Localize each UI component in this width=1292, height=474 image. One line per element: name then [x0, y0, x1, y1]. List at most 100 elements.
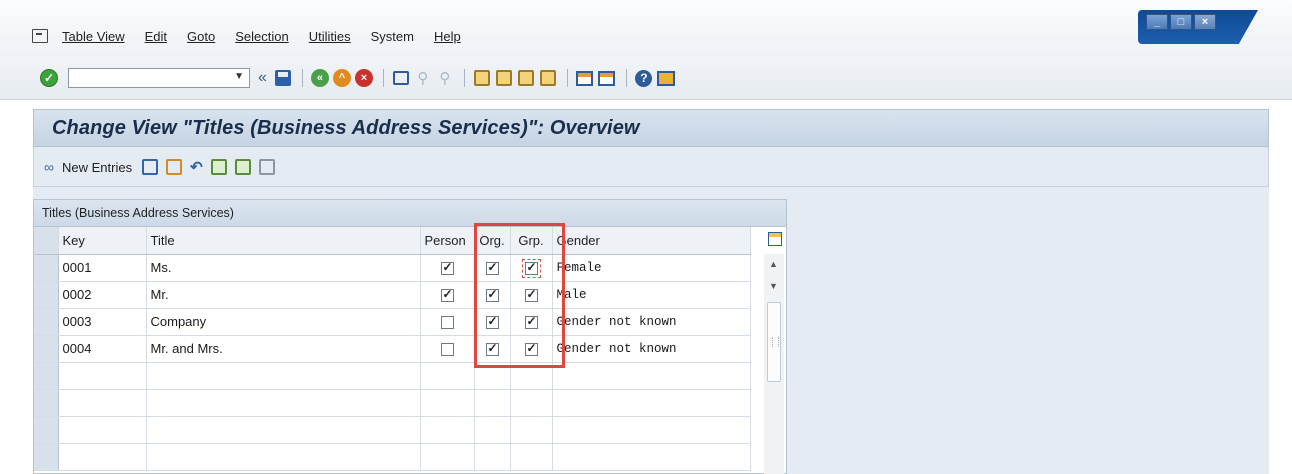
maximize-button[interactable]: □ [1170, 14, 1192, 30]
empty-cell[interactable] [552, 416, 751, 444]
menu-edit[interactable]: Edit [145, 29, 167, 44]
first-page-icon[interactable] [472, 68, 492, 88]
empty-cell[interactable] [146, 443, 421, 471]
empty-cell[interactable] [58, 443, 147, 471]
enter-icon[interactable]: ✓ [40, 69, 58, 87]
person-checkbox[interactable] [440, 316, 454, 330]
copy-as-icon[interactable] [142, 159, 159, 175]
scroll-up-icon[interactable]: ▲ [769, 259, 778, 269]
row-selector[interactable] [34, 308, 59, 336]
empty-cell[interactable] [552, 443, 751, 471]
command-input[interactable] [69, 69, 229, 87]
select-block-icon[interactable] [234, 159, 251, 175]
gender-cell[interactable]: Gender not known [552, 308, 751, 336]
table-row: 0004 Mr. and Mrs. Gender not known [34, 335, 751, 363]
empty-cell[interactable] [146, 416, 421, 444]
empty-cell[interactable] [58, 362, 147, 390]
empty-row [34, 389, 751, 417]
print-icon[interactable] [391, 68, 411, 88]
column-header-grp[interactable]: Grp. [510, 227, 553, 255]
collapse-icon[interactable]: « [258, 69, 267, 87]
column-header-org[interactable]: Org. [474, 227, 511, 255]
gender-cell[interactable]: Gender not known [552, 335, 751, 363]
grp-checkbox[interactable] [521, 259, 541, 279]
find-next-icon[interactable]: ⚲ [435, 68, 455, 88]
command-field[interactable]: ▼ [68, 68, 250, 88]
row-selector[interactable] [34, 362, 59, 390]
person-checkbox[interactable] [440, 287, 454, 303]
customize-layout-icon[interactable] [656, 68, 676, 88]
row-selector[interactable] [34, 416, 59, 444]
column-header-person[interactable]: Person [420, 227, 475, 255]
empty-cell[interactable] [146, 389, 421, 417]
empty-cell[interactable] [552, 362, 751, 390]
create-session-icon[interactable] [575, 68, 595, 88]
row-selector[interactable] [34, 443, 59, 471]
grp-checkbox[interactable] [524, 341, 538, 357]
menu-table-view[interactable]: Table View [62, 29, 125, 44]
select-all-column-header[interactable] [34, 227, 59, 255]
title-cell[interactable]: Ms. [146, 254, 421, 282]
close-button[interactable]: × [1194, 14, 1216, 30]
org-checkbox[interactable] [485, 287, 499, 303]
toolbar-separator [463, 69, 465, 87]
last-page-icon[interactable] [538, 68, 558, 88]
exit-icon[interactable]: ^ [332, 68, 352, 88]
key-cell[interactable]: 0003 [58, 308, 147, 336]
table-settings-icon[interactable] [768, 232, 782, 246]
empty-cell [420, 416, 475, 444]
column-header-title[interactable]: Title [146, 227, 421, 255]
back-icon[interactable]: « [310, 68, 330, 88]
grp-checkbox[interactable] [524, 314, 538, 330]
menu-system[interactable]: System [371, 29, 414, 44]
key-cell[interactable]: 0002 [58, 281, 147, 309]
key-cell[interactable]: 0001 [58, 254, 147, 282]
org-checkbox[interactable] [485, 341, 499, 357]
row-selector[interactable] [34, 254, 59, 282]
gender-cell[interactable]: Female [552, 254, 751, 282]
new-entries-button[interactable]: New Entries [62, 160, 132, 175]
org-checkbox[interactable] [485, 260, 499, 276]
help-icon[interactable]: ? [634, 68, 654, 88]
minimize-button[interactable]: _ [1146, 14, 1168, 30]
window-controls: _ □ × [1138, 10, 1258, 44]
cancel-icon[interactable]: × [354, 68, 374, 88]
chevron-down-icon[interactable]: ▼ [234, 71, 244, 82]
empty-cell[interactable] [58, 389, 147, 417]
find-icon[interactable]: ⚲ [413, 68, 433, 88]
system-menu-icon[interactable] [32, 29, 48, 43]
menu-goto[interactable]: Goto [187, 29, 215, 44]
grp-checkbox[interactable] [524, 287, 538, 303]
column-header-key[interactable]: Key [58, 227, 147, 255]
key-cell[interactable]: 0004 [58, 335, 147, 363]
shortcut-icon[interactable] [597, 68, 617, 88]
scroll-down-icon[interactable]: ▼ [769, 281, 778, 291]
person-checkbox[interactable] [440, 260, 454, 276]
column-header-gender[interactable]: Gender [552, 227, 751, 255]
title-cell[interactable]: Company [146, 308, 421, 336]
delete-icon[interactable] [166, 159, 183, 175]
next-page-icon[interactable] [516, 68, 536, 88]
row-selector[interactable] [34, 335, 59, 363]
empty-cell[interactable] [552, 389, 751, 417]
undo-change-icon[interactable]: ↶ [190, 158, 203, 176]
title-cell[interactable]: Mr. [146, 281, 421, 309]
gender-cell[interactable]: Male [552, 281, 751, 309]
scrollbar-thumb[interactable] [767, 302, 781, 382]
menu-utilities[interactable]: Utilities [309, 29, 351, 44]
vertical-scrollbar[interactable]: ▲ ▼ [764, 254, 784, 474]
select-all-icon[interactable] [210, 159, 227, 175]
title-cell[interactable]: Mr. and Mrs. [146, 335, 421, 363]
row-selector[interactable] [34, 389, 59, 417]
org-checkbox[interactable] [485, 314, 499, 330]
previous-page-icon[interactable] [494, 68, 514, 88]
row-selector[interactable] [34, 281, 59, 309]
empty-cell[interactable] [146, 362, 421, 390]
menu-help[interactable]: Help [434, 29, 461, 44]
deselect-all-icon[interactable] [258, 159, 275, 175]
display-change-icon[interactable]: ∞ [44, 159, 54, 175]
save-icon[interactable] [273, 68, 293, 88]
empty-cell[interactable] [58, 416, 147, 444]
menu-selection[interactable]: Selection [235, 29, 288, 44]
person-checkbox[interactable] [440, 343, 454, 357]
